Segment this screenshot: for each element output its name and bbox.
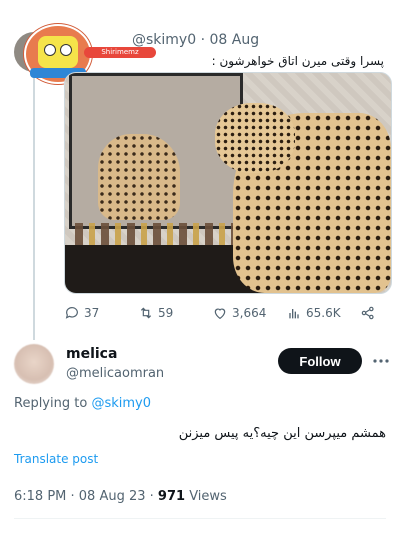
more-options-button[interactable]	[372, 352, 390, 370]
divider	[14, 518, 386, 519]
tweet-metadata: 6:18 PM · 08 Aug 23 · 971 Views	[14, 489, 227, 504]
share-button[interactable]	[360, 304, 380, 322]
retweet-icon	[140, 307, 152, 319]
tweet-photo[interactable]	[64, 72, 392, 294]
views-count: 65.6K	[306, 306, 341, 320]
tweet-actions: 37 59 3,664 65.6K	[64, 304, 386, 322]
cheetah-head	[215, 103, 295, 173]
analytics-icon	[289, 309, 299, 319]
handle-text[interactable]: @skimy0	[132, 32, 196, 48]
follow-button[interactable]: Follow	[278, 348, 362, 374]
reply-button[interactable]: 37	[64, 304, 99, 322]
heart-icon	[214, 308, 226, 320]
author-handle[interactable]: @melicaomran	[66, 366, 164, 381]
more-icon	[373, 359, 389, 363]
tweet-date: · 08 Aug	[200, 32, 260, 48]
thread-line	[33, 58, 35, 340]
translate-post-link[interactable]: Translate post	[14, 452, 98, 466]
author-name[interactable]: melica	[66, 346, 117, 362]
replying-to: Replying to @skimy0	[14, 396, 151, 411]
retweet-count: 59	[158, 306, 174, 320]
retweet-button[interactable]: 59	[138, 304, 173, 322]
tweet-author-handle[interactable]: @skimy0 · 08 Aug	[132, 32, 259, 48]
replying-handle-link[interactable]: @skimy0	[91, 396, 151, 411]
like-button[interactable]: 3,664	[212, 304, 266, 322]
timestamp[interactable]: 6:18 PM · 08 Aug 23 ·	[14, 489, 154, 504]
reply-icon	[65, 307, 78, 319]
tweet-text: همشم میپرسن این چیه؟یه پیس میزنن	[178, 426, 386, 441]
like-count: 3,664	[232, 306, 267, 320]
views-number: 971	[157, 489, 186, 504]
views-button[interactable]: 65.6K	[286, 304, 341, 322]
reply-count: 37	[84, 306, 100, 320]
avatar[interactable]	[14, 344, 54, 384]
replying-prefix: Replying to	[14, 396, 88, 411]
tweet-text: پسرا وقتی میرن اتاق خواهرشون :	[211, 54, 384, 68]
share-icon	[361, 306, 374, 320]
views-label: Views	[189, 489, 227, 504]
